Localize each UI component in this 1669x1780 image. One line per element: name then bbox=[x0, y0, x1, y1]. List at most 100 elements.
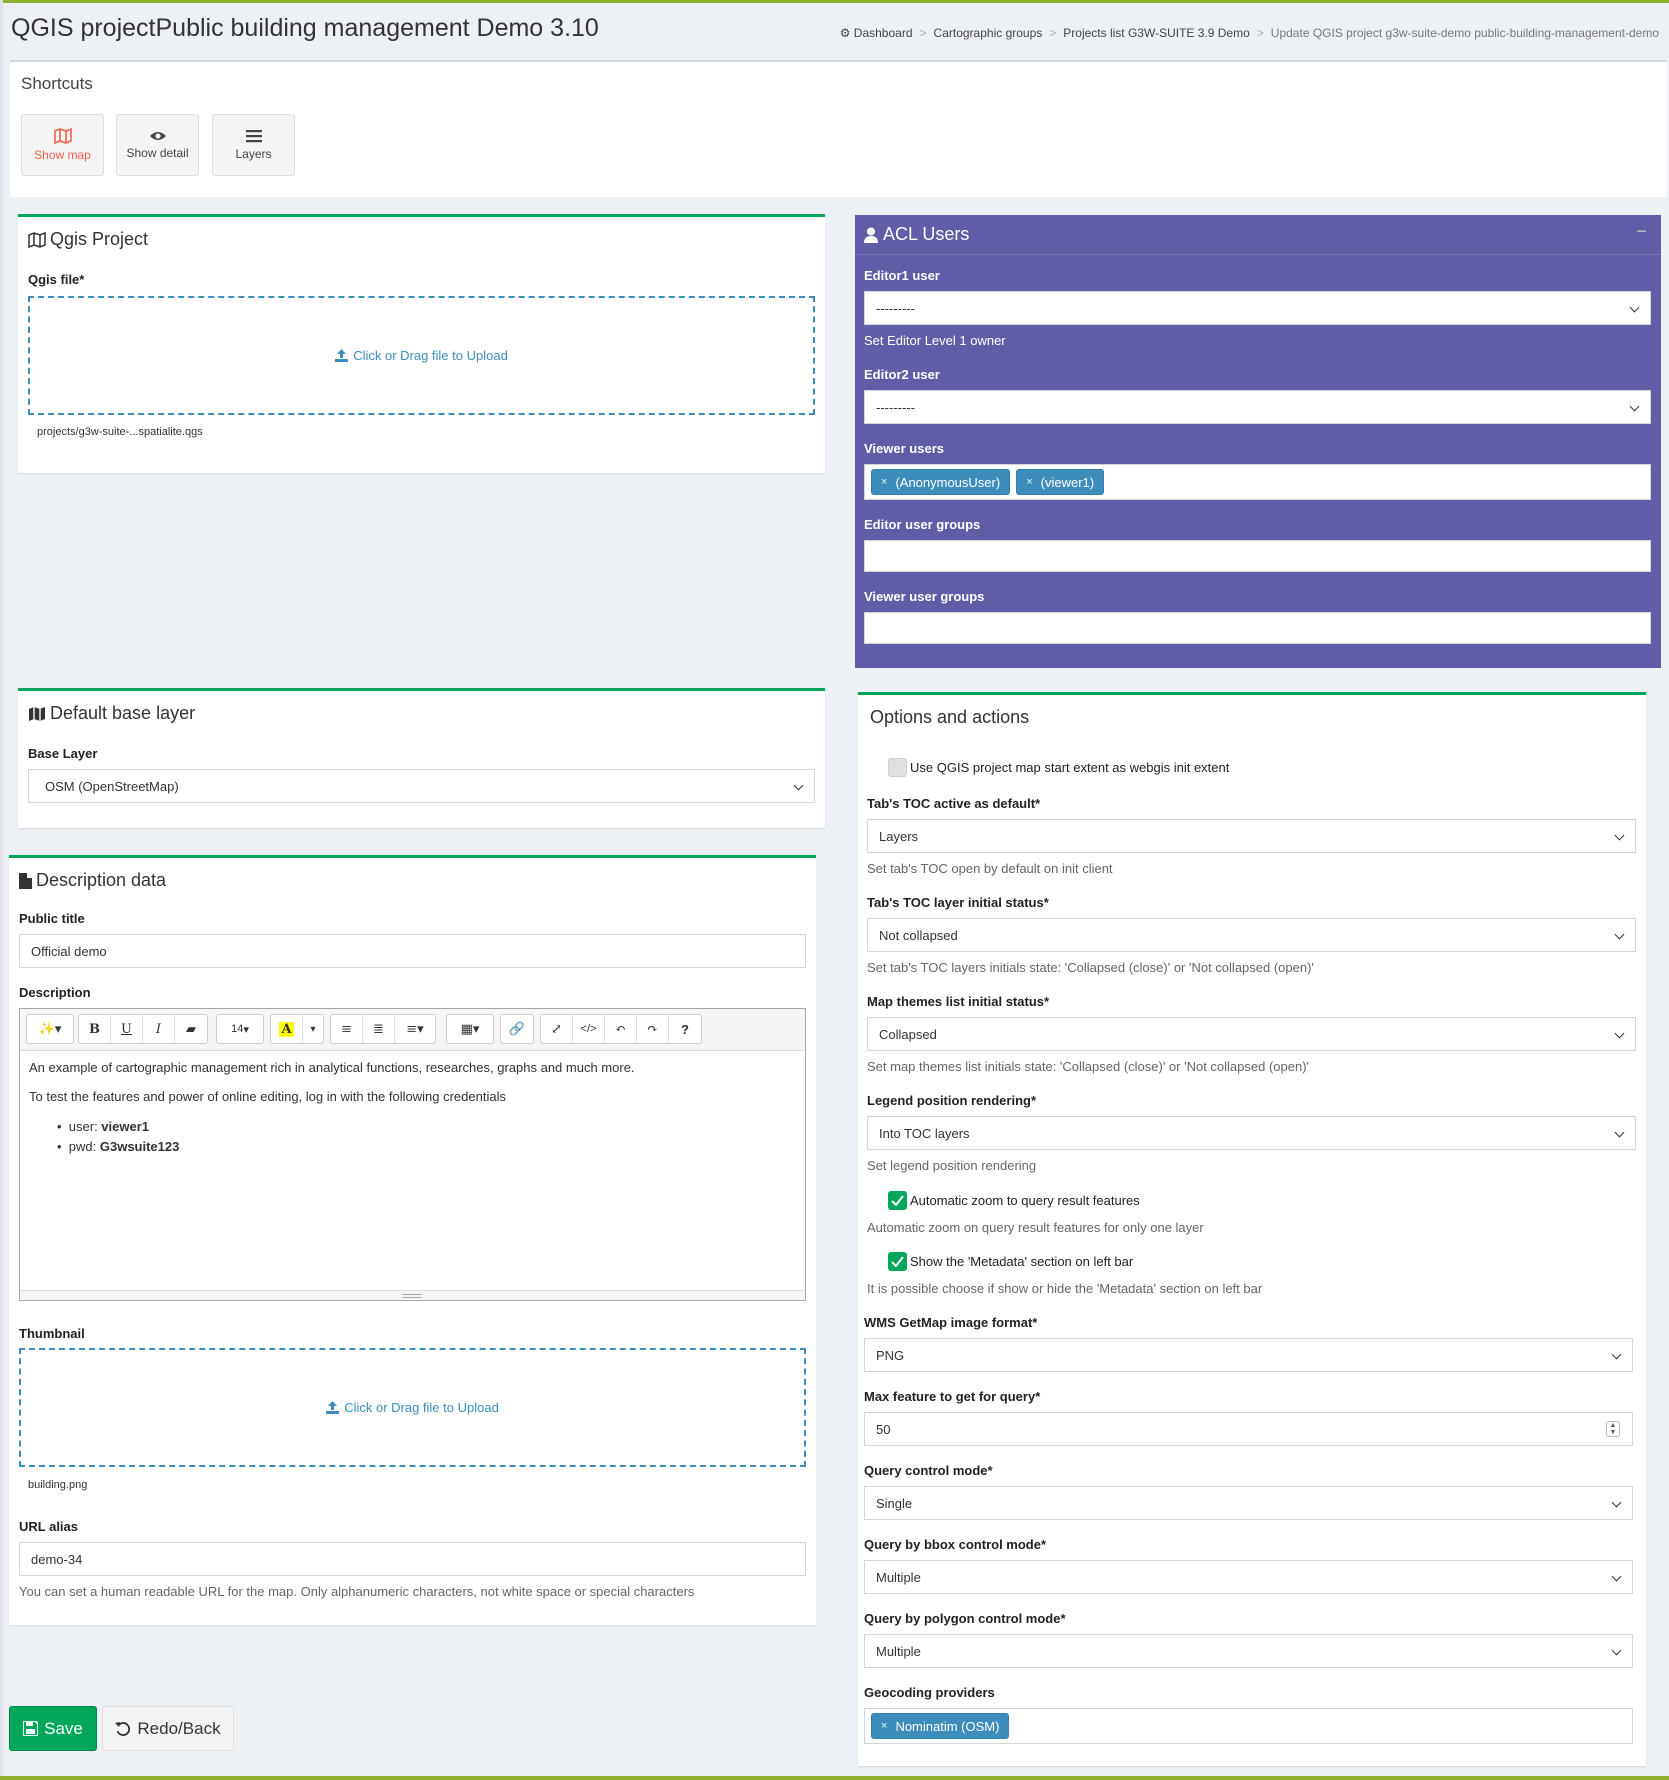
fontsize-group: 14 ▾ bbox=[216, 1014, 264, 1044]
url-alias-label: URL alias bbox=[19, 1519, 79, 1534]
file-icon bbox=[19, 872, 32, 889]
max-feature-label: Max feature to get for query* bbox=[864, 1389, 1041, 1404]
table-icon[interactable]: ▦▾ bbox=[447, 1015, 493, 1043]
viewer-groups-input[interactable] bbox=[864, 612, 1651, 644]
tag-remove-icon[interactable]: × bbox=[881, 1720, 887, 1732]
number-spinner-icon[interactable]: ▲ ▼ bbox=[1606, 1421, 1620, 1437]
list-icon bbox=[245, 130, 262, 143]
acl-title: ACL Users bbox=[883, 224, 970, 244]
bold-icon[interactable]: B bbox=[79, 1015, 111, 1043]
legend-help: Set legend position rendering bbox=[867, 1158, 1037, 1173]
layers-button[interactable]: Layers bbox=[212, 114, 295, 176]
qgis-current-file[interactable]: projects/g3w-suite-...spatialite.qgs bbox=[37, 426, 203, 438]
undo-icon[interactable]: ↶ bbox=[605, 1015, 637, 1043]
breadcrumb: ⚙ Dashboard > Cartographic groups > Projects… bbox=[840, 26, 1659, 40]
show-map-button[interactable]: Show map bbox=[21, 114, 104, 176]
qgis-file-dropzone[interactable]: Click or Drag file to Upload bbox=[28, 296, 815, 415]
magic-style-icon[interactable]: ✨▾ bbox=[27, 1015, 73, 1043]
redo-back-button[interactable]: Redo/Back bbox=[102, 1706, 234, 1751]
editor-bullet-pwd: • pwd: G3wsuite123 bbox=[57, 1139, 180, 1154]
toc-tab-help: Set tab's TOC open by default on init cl… bbox=[867, 861, 1113, 876]
bullet-list-icon[interactable]: ≡ bbox=[331, 1015, 363, 1043]
breadcrumb-current: Update QGIS project g3w-suite-demo publi… bbox=[1270, 26, 1659, 40]
toc-tab-label: Tab's TOC active as default* bbox=[867, 796, 1041, 811]
public-title-input[interactable]: Official demo bbox=[19, 934, 806, 968]
rich-text-editor[interactable]: ✨▾ B U I ▰ 14 ▾ A ▾ ≡ ≣ ≡▾ ▦▾ 🔗 ⤢ </> ↶ ↷… bbox=[19, 1008, 806, 1301]
link-icon[interactable]: 🔗 bbox=[501, 1015, 533, 1043]
code-view-icon[interactable]: </> bbox=[573, 1015, 605, 1043]
thumbnail-current-file[interactable]: building.png bbox=[28, 1479, 87, 1491]
description-label: Description bbox=[19, 985, 91, 1000]
breadcrumb-separator: > bbox=[1256, 26, 1264, 40]
base-layer-select[interactable]: OSM (OpenStreetMap) bbox=[28, 769, 815, 803]
autozoom-checkbox[interactable] bbox=[888, 1191, 907, 1210]
help-icon[interactable]: ? bbox=[669, 1015, 701, 1043]
bottom-accent-bar bbox=[0, 1776, 1669, 1780]
text-color-icon[interactable]: A bbox=[271, 1015, 303, 1043]
editor-groups-label: Editor user groups bbox=[864, 517, 981, 532]
map-icon bbox=[28, 231, 46, 248]
page-title: QGIS projectPublic building management D… bbox=[11, 14, 599, 42]
legend-label: Legend position rendering* bbox=[867, 1093, 1037, 1108]
base-layer-label: Base Layer bbox=[28, 746, 98, 761]
breadcrumb-groups[interactable]: Cartographic groups bbox=[934, 26, 1043, 40]
qgis-project-title: Qgis Project bbox=[50, 229, 149, 249]
fontsize-value: 14 bbox=[231, 1023, 244, 1035]
legend-select[interactable]: Into TOC layers bbox=[867, 1116, 1636, 1150]
toc-tab-select[interactable]: Layers bbox=[867, 819, 1636, 853]
geocoding-tag[interactable]: × Nominatim (OSM) bbox=[871, 1713, 1010, 1739]
editor-groups-input[interactable] bbox=[864, 540, 1651, 572]
url-alias-input[interactable]: demo-34 bbox=[19, 1542, 806, 1576]
themes-select[interactable]: Collapsed bbox=[867, 1017, 1636, 1051]
italic-icon[interactable]: I bbox=[143, 1015, 175, 1043]
toc-layer-select[interactable]: Not collapsed bbox=[867, 918, 1636, 952]
autozoom-label: Automatic zoom to query result features bbox=[910, 1193, 1140, 1208]
fontsize-dropdown[interactable]: 14 ▾ bbox=[217, 1015, 263, 1043]
thumbnail-dropzone[interactable]: Click or Drag file to Upload bbox=[19, 1348, 806, 1467]
redo-icon[interactable]: ↷ bbox=[637, 1015, 669, 1043]
show-detail-button[interactable]: Show detail bbox=[116, 114, 199, 176]
tag-remove-icon[interactable]: × bbox=[881, 476, 887, 488]
viewer-users-multiselect[interactable]: × (AnonymousUser) × (viewer1) bbox=[864, 464, 1651, 500]
metadata-label: Show the 'Metadata' section on left bar bbox=[910, 1254, 1134, 1269]
eraser-icon[interactable]: ▰ bbox=[175, 1015, 207, 1043]
paragraph-align-icon[interactable]: ≡▾ bbox=[395, 1015, 435, 1043]
editor-resize-bar[interactable] bbox=[20, 1290, 805, 1300]
wms-format-label: WMS GetMap image format* bbox=[864, 1315, 1038, 1330]
init-extent-label: Use QGIS project map start extent as web… bbox=[910, 760, 1230, 775]
toc-layer-help: Set tab's TOC layers initials state: 'Co… bbox=[867, 960, 1314, 975]
viewer-groups-label: Viewer user groups bbox=[864, 589, 985, 604]
help-label: ? bbox=[681, 1021, 689, 1037]
history-icon bbox=[115, 1721, 131, 1736]
acl-collapse-button[interactable]: − bbox=[1636, 221, 1647, 242]
init-extent-checkbox[interactable] bbox=[888, 758, 907, 777]
breadcrumb-projects[interactable]: Projects list G3W-SUITE 3.9 Demo bbox=[1063, 26, 1250, 40]
tag-remove-icon[interactable]: × bbox=[1026, 476, 1032, 488]
left-edge bbox=[0, 0, 3, 1780]
ordered-list-icon[interactable]: ≣ bbox=[363, 1015, 395, 1043]
thumbnail-label: Thumbnail bbox=[19, 1326, 85, 1341]
underline-icon[interactable]: U bbox=[111, 1015, 143, 1043]
upload-icon bbox=[326, 1401, 340, 1414]
viewer-tag[interactable]: × (viewer1) bbox=[1016, 469, 1105, 495]
geocoding-multiselect[interactable]: × Nominatim (OSM) bbox=[864, 1708, 1633, 1744]
bbox-mode-select[interactable]: Multiple bbox=[864, 1560, 1633, 1594]
user-prefix: user: bbox=[68, 1119, 102, 1134]
wms-format-select[interactable]: PNG bbox=[864, 1338, 1633, 1372]
dashboard-icon: ⚙ bbox=[839, 26, 851, 40]
upload-icon bbox=[335, 349, 349, 362]
metadata-checkbox[interactable] bbox=[888, 1252, 907, 1271]
save-button[interactable]: Save bbox=[9, 1706, 97, 1751]
base-layer-title: Default base layer bbox=[50, 703, 196, 723]
color-dropdown-icon[interactable]: ▾ bbox=[303, 1015, 323, 1043]
polygon-mode-select[interactable]: Multiple bbox=[864, 1634, 1633, 1668]
editor1-select[interactable]: --------- bbox=[864, 291, 1651, 325]
base-layer-header: Default base layer bbox=[18, 691, 825, 724]
fullscreen-icon[interactable]: ⤢ bbox=[541, 1015, 573, 1043]
viewer-tag[interactable]: × (AnonymousUser) bbox=[871, 469, 1011, 495]
max-feature-input[interactable]: 50 ▲ ▼ bbox=[864, 1412, 1633, 1446]
editor2-select[interactable]: --------- bbox=[864, 390, 1651, 424]
query-mode-select[interactable]: Single bbox=[864, 1486, 1633, 1520]
breadcrumb-dashboard[interactable]: Dashboard bbox=[854, 26, 913, 40]
show-map-label: Show map bbox=[34, 148, 91, 162]
